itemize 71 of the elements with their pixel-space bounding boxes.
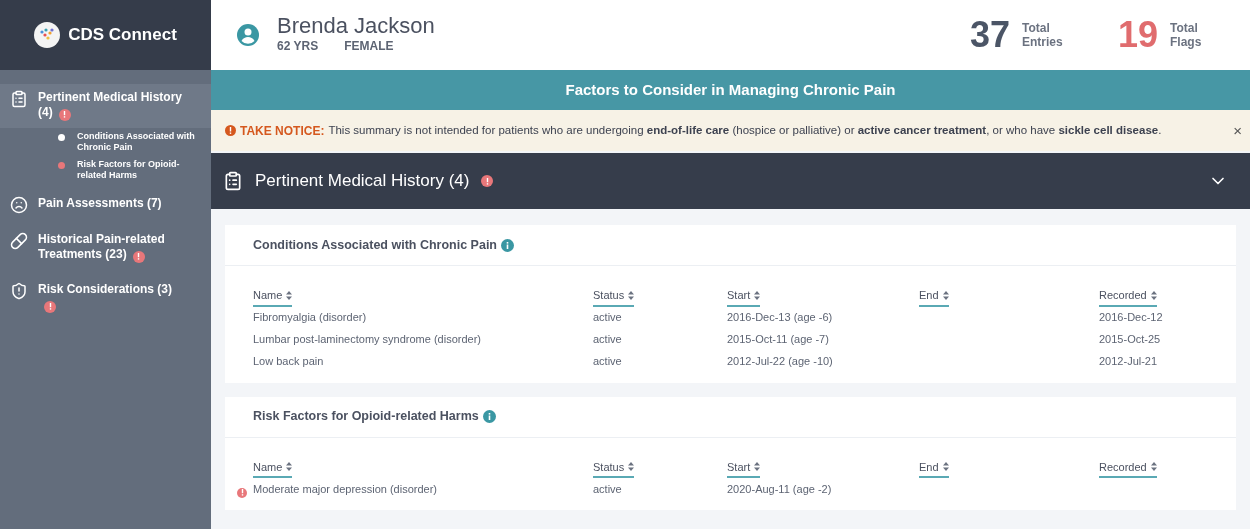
column-header[interactable]: End: [919, 458, 949, 478]
alert-icon: [10, 282, 28, 300]
close-button[interactable]: ×: [1233, 123, 1242, 138]
logo-icon: [34, 22, 61, 48]
sidebar-subitem[interactable]: Risk Factors for Opioid-related Harms: [0, 156, 211, 184]
table-title: Risk Factors for Opioid-related Harms: [253, 408, 479, 426]
table-cell: 2016-Dec-13 (age -6): [727, 311, 833, 324]
table-cell: Moderate major depression (disorder): [253, 482, 438, 495]
column-header[interactable]: Status: [593, 287, 635, 307]
section-header[interactable]: Pertinent Medical History (4): [211, 153, 1250, 209]
column-header[interactable]: Recorded: [1099, 458, 1157, 478]
stat-label: Total Flags: [1170, 21, 1203, 49]
table-cell: Low back pain: [253, 355, 324, 368]
table-cell: active: [593, 482, 622, 495]
stat-value: 37: [969, 13, 1010, 57]
pill-icon: [10, 232, 28, 250]
sort-icon: [942, 462, 949, 472]
table-cell: 2015-Oct-11 (age -7): [727, 333, 829, 346]
sidebar-item[interactable]: Pertinent Medical History (4): [0, 84, 211, 128]
warning-icon: [225, 125, 236, 136]
stat-label: Total Entries: [1021, 21, 1064, 49]
sort-icon: [754, 462, 761, 472]
table-cell: 2012-Jul-21: [1099, 355, 1158, 368]
person-icon: [237, 24, 259, 46]
sort-icon: [942, 290, 949, 300]
notice-label: TAKE NOTICE:: [240, 122, 325, 140]
sort-icon: [1150, 290, 1157, 300]
column-header[interactable]: Status: [593, 458, 635, 478]
sidebar-item[interactable]: Risk Considerations (3): [0, 276, 211, 320]
sort-icon: [754, 290, 761, 300]
stat-value: 19: [1117, 13, 1158, 57]
table-title: Conditions Associated with Chronic Pain: [253, 236, 497, 254]
patient-name: Brenda Jackson: [277, 15, 435, 37]
info-icon: [501, 238, 514, 252]
brand-name: CDS Connect: [68, 24, 177, 47]
sort-icon: [1150, 462, 1157, 472]
sort-icon: [286, 290, 293, 300]
table-cell: active: [593, 333, 622, 346]
patient-gender: FEMALE: [344, 38, 394, 55]
table-cell: 2015-Oct-25: [1099, 333, 1161, 346]
table-cell: active: [593, 311, 622, 324]
table-cell: Lumbar post-laminectomy syndrome (disorder): [253, 333, 482, 346]
column-header[interactable]: Recorded: [1099, 287, 1157, 307]
sidebar-item-label: Risk Considerations (3): [38, 282, 173, 296]
sidebar-item-label: Historical Pain-related Treatments (23): [38, 232, 165, 261]
section-title: Pertinent Medical History (4): [255, 170, 470, 193]
sidebar-subitem[interactable]: Conditions Associated with Chronic Pain: [0, 128, 211, 156]
info-icon: [482, 410, 496, 423]
column-header[interactable]: Start: [727, 287, 761, 307]
table-cell: Fibromyalgia (disorder): [253, 311, 367, 324]
patient-age: 62 YRS: [277, 38, 319, 55]
notice-text: This summary is not intended for patients who are undergoing end-of-life care (hospice or palliative) or active cancer treatment, or who have sickle cell disease.: [328, 122, 1162, 138]
sort-icon: [286, 462, 293, 472]
sidebar-item[interactable]: Pain Assessments (7): [0, 190, 211, 220]
table-cell: active: [593, 355, 622, 368]
table-cell: 2012-Jul-22 (age -10): [727, 355, 833, 368]
table-cell: 2016-Dec-12: [1099, 311, 1163, 324]
sad-face-icon: [10, 196, 28, 214]
column-header[interactable]: End: [919, 287, 949, 307]
column-header[interactable]: Name: [253, 458, 293, 478]
clipboard-icon: [223, 170, 243, 192]
sidebar-item[interactable]: Historical Pain-related Treatments (23): [0, 226, 211, 270]
column-header[interactable]: Start: [727, 458, 761, 478]
banner-title: Factors to Consider in Managing Chronic Pain: [565, 79, 896, 100]
sort-icon: [628, 290, 635, 300]
column-header[interactable]: Name: [253, 287, 293, 307]
table-cell: 2020-Aug-11 (age -2): [727, 482, 832, 495]
clipboard-icon: [10, 90, 28, 108]
sort-icon: [628, 462, 635, 472]
sidebar-item-label: Pertinent Medical History (4): [38, 90, 183, 119]
sidebar-item-label: Pain Assessments (7): [38, 196, 162, 210]
